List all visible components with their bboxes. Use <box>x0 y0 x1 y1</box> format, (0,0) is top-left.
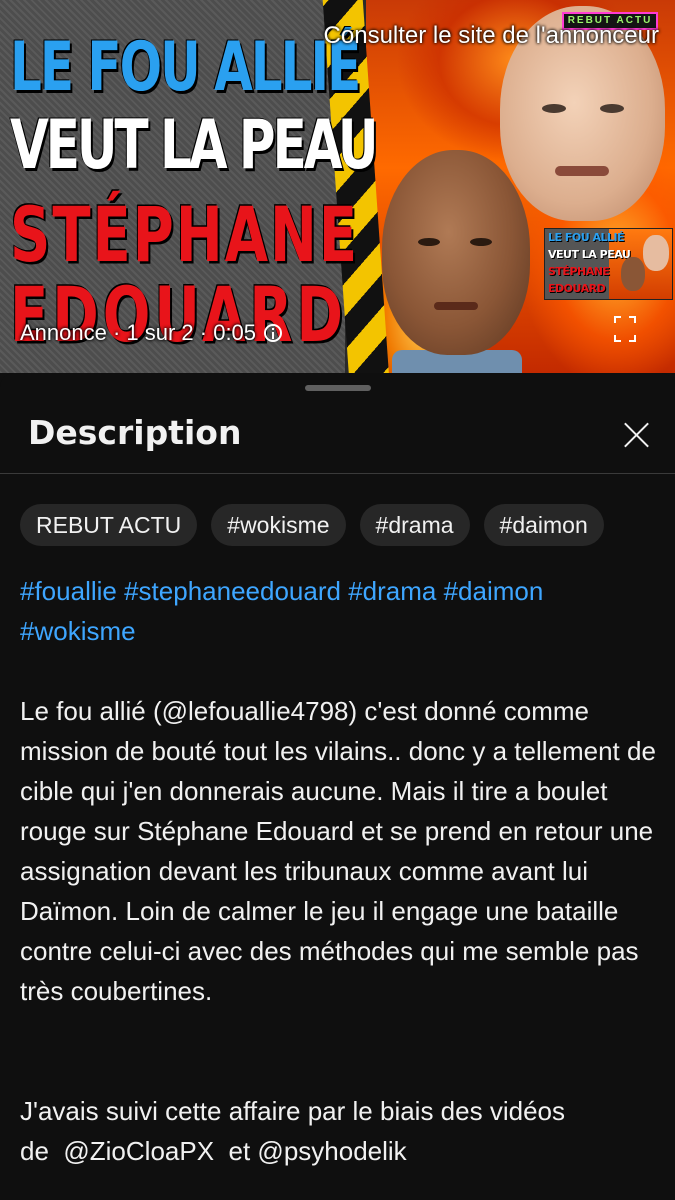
thumbnail-title-line-4: EDOUARD <box>10 272 348 360</box>
hashtag-link[interactable]: #daimon <box>444 576 544 606</box>
paragraph-2-mid: et <box>228 1136 251 1166</box>
hashtag-link[interactable]: #drama <box>348 576 436 606</box>
thumbnail-title-line-1: LE FOU ALLIÉ <box>10 28 361 107</box>
mini-title-line-3: STÉPHANE <box>548 265 610 278</box>
chip-channel[interactable]: REBUT ACTU <box>20 504 198 546</box>
close-icon[interactable] <box>616 415 656 455</box>
fullscreen-icon[interactable] <box>614 316 636 342</box>
mini-title-line-1: LE FOU ALLIÉ <box>548 231 625 244</box>
panel-title: Description <box>28 413 242 452</box>
hashtag-link[interactable]: #fouallie <box>20 576 117 606</box>
hashtag-link[interactable]: #stephaneedouard <box>124 576 341 606</box>
ad-video-player[interactable]: LE FOU ALLIÉ VEUT LA PEAU STÉPHANE EDOUA… <box>0 0 675 373</box>
divider <box>0 473 675 474</box>
thumbnail-title-line-2: VEUT LA PEAU <box>10 106 378 185</box>
ad-meta-text: Annonce · 1 sur 2 · 0:05 <box>20 320 257 345</box>
ad-mini-thumbnail[interactable]: LE FOU ALLIÉ VEUT LA PEAU STÉPHANE EDOUA… <box>544 228 673 300</box>
mention-link[interactable]: @ZioCloaPX <box>63 1136 214 1166</box>
mention-link[interactable]: @psyhodelik <box>257 1136 406 1166</box>
mini-title-line-2: VEUT LA PEAU <box>548 248 631 261</box>
hashtag-link[interactable]: #wokisme <box>20 616 136 646</box>
mini-title-line-4: EDOUARD <box>548 282 606 295</box>
info-icon[interactable] <box>264 324 283 342</box>
chip-hashtag[interactable]: #wokisme <box>211 504 346 546</box>
ad-meta: Annonce · 1 sur 2 · 0:05 <box>20 320 283 346</box>
description-paragraph-2: J'avais suivi cette affaire par le biais… <box>20 1051 660 1171</box>
hashtag-list: #fouallie #stephaneedouard #drama #daimo… <box>20 571 660 651</box>
drag-handle[interactable] <box>305 385 371 391</box>
thumbnail-face-center <box>382 150 530 355</box>
chip-hashtag[interactable]: #drama <box>359 504 470 546</box>
description-paragraph-1: Le fou allié (@lefouallie4798) c'est don… <box>20 696 656 1006</box>
chip-row: REBUT ACTU #wokisme #drama #daimon <box>20 504 604 546</box>
advertiser-site-link[interactable]: Consulter le site de l'annonceur <box>324 22 659 50</box>
thumbnail-title-line-3: STÉPHANE <box>10 192 360 280</box>
description-panel: Description REBUT ACTU #wokisme #drama #… <box>0 373 675 1200</box>
chip-hashtag[interactable]: #daimon <box>483 504 604 546</box>
description-text: #fouallie #stephaneedouard #drama #daimo… <box>20 571 660 1171</box>
